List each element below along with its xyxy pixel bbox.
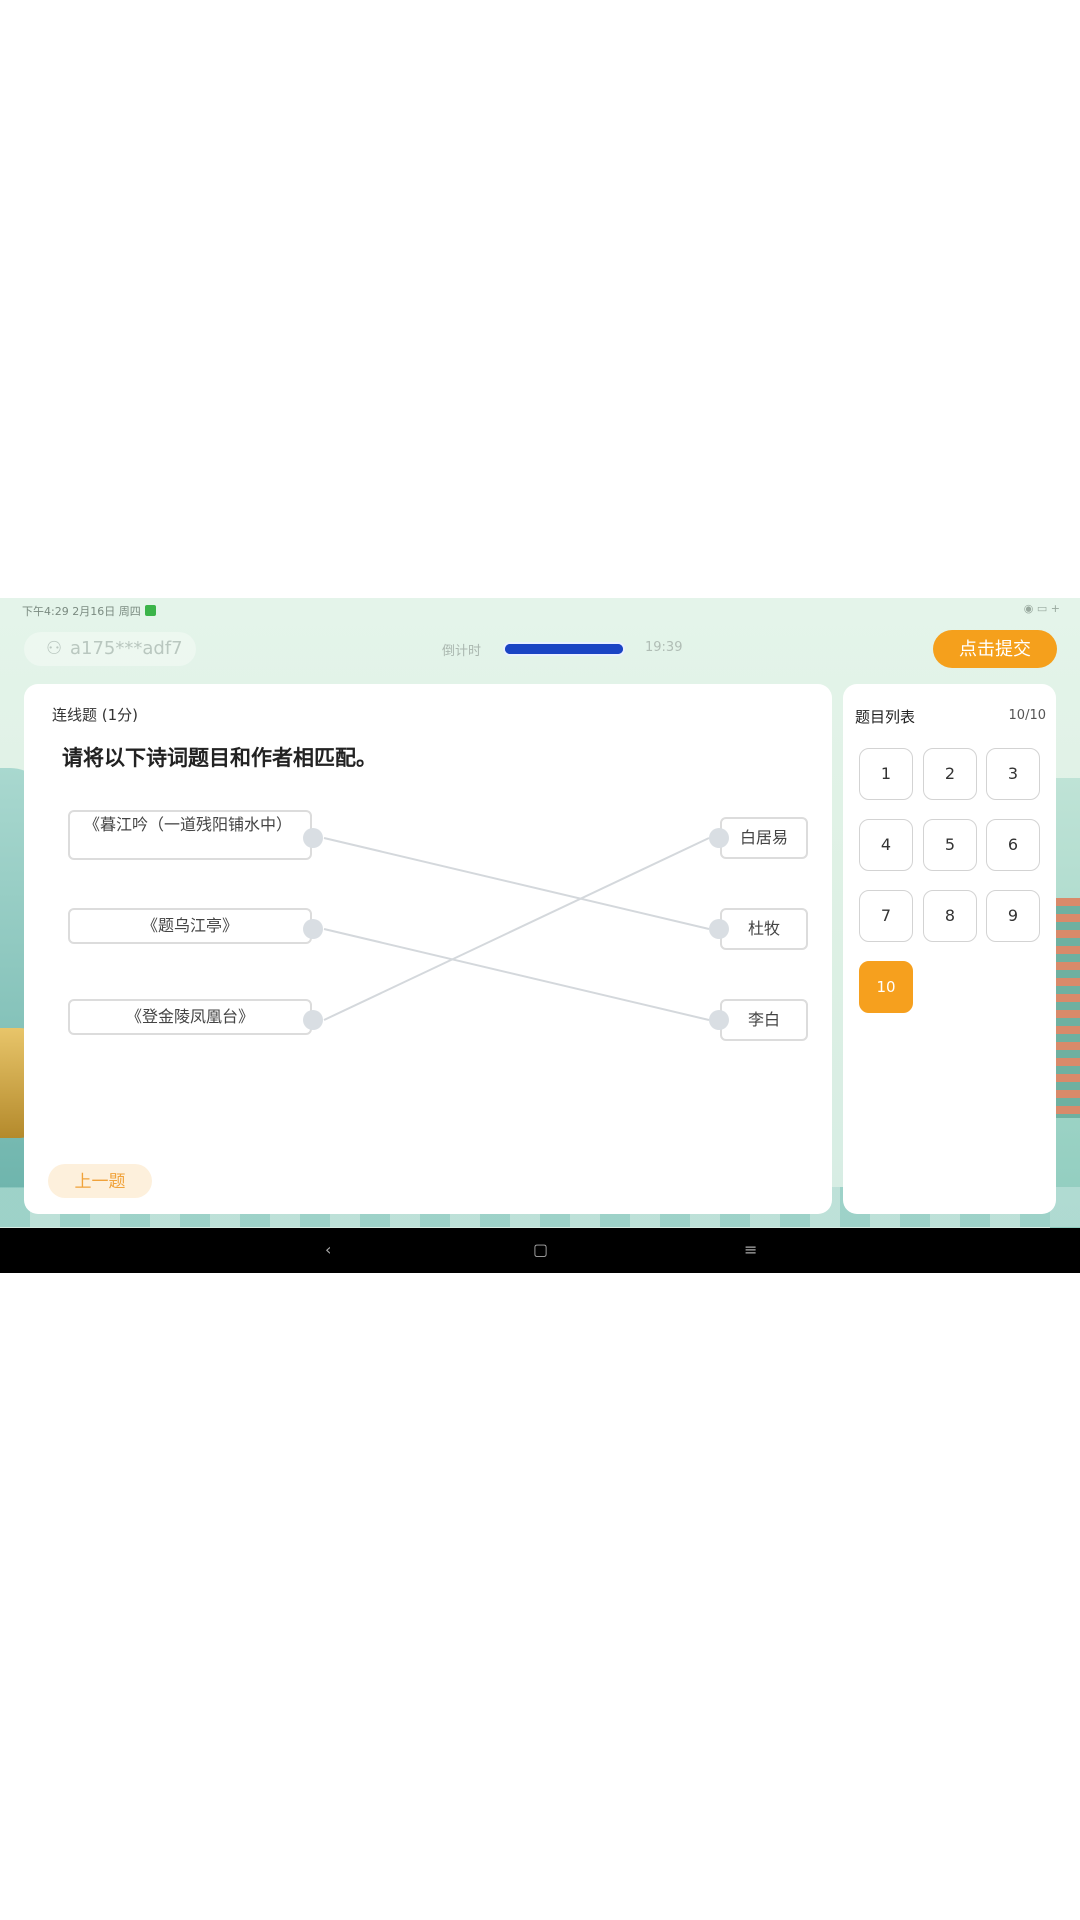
question-number-9[interactable]: 9	[986, 890, 1040, 942]
right-item-2[interactable]: 杜牧	[720, 908, 808, 950]
timer-progress-fill	[505, 644, 623, 654]
status-bar: 下午4:29 2月16日 周四 ◉ ▭ +	[0, 598, 1080, 622]
question-list-title: 题目列表	[855, 708, 916, 726]
left-item-2[interactable]: 《题乌江亭》	[68, 908, 312, 944]
user-icon: ⚇	[46, 638, 63, 659]
question-list-count: 10/10	[1008, 708, 1046, 723]
question-number-4[interactable]: 4	[859, 819, 913, 871]
question-number-6[interactable]: 6	[986, 819, 1040, 871]
question-number-1[interactable]: 1	[859, 748, 913, 800]
left-node-3[interactable]	[303, 1010, 323, 1030]
notification-icon	[144, 605, 156, 616]
question-card: 连线题 (1分) 请将以下诗词题目和作者相匹配。 《暮江吟（一道残阳铺水中） 《…	[24, 684, 832, 1214]
system-nav-bar: ‹ ▢ ≡	[0, 1228, 1080, 1273]
status-icons: ◉ ▭ +	[1023, 602, 1060, 615]
timer-label: 倒计时	[442, 644, 482, 659]
question-number-5[interactable]: 5	[923, 819, 977, 871]
question-prompt: 请将以下诗词题目和作者相匹配。	[62, 746, 377, 770]
left-node-2[interactable]	[303, 919, 323, 939]
timer-progress-bar	[503, 642, 625, 656]
timer-value: 19:39	[645, 640, 683, 655]
submit-button[interactable]: 点击提交	[933, 630, 1057, 668]
username: a175***adf7	[70, 638, 183, 659]
left-item-1[interactable]: 《暮江吟（一道残阳铺水中）	[68, 810, 312, 860]
right-item-1[interactable]: 白居易	[720, 817, 808, 859]
home-icon[interactable]: ▢	[533, 1240, 548, 1259]
menu-icon[interactable]: ≡	[744, 1240, 757, 1259]
right-item-3[interactable]: 李白	[720, 999, 808, 1041]
question-number-3[interactable]: 3	[986, 748, 1040, 800]
question-number-10[interactable]: 10	[859, 961, 913, 1013]
left-node-1[interactable]	[303, 828, 323, 848]
scenery-tower	[1054, 898, 1080, 1118]
right-node-3[interactable]	[709, 1010, 729, 1030]
question-list-panel: 题目列表 10/10 1 2 3 4 5 6 7 8 9 10	[843, 684, 1056, 1214]
user-badge[interactable]: ⚇ a175***adf7	[24, 632, 196, 666]
right-node-1[interactable]	[709, 828, 729, 848]
status-time: 下午4:29 2月16日 周四	[22, 603, 156, 619]
match-line-3	[323, 837, 710, 1021]
question-number-7[interactable]: 7	[859, 890, 913, 942]
right-node-2[interactable]	[709, 919, 729, 939]
app-screen: 下午4:29 2月16日 周四 ◉ ▭ + ⚇ a175***adf7 倒计时 …	[0, 598, 1080, 1273]
question-number-8[interactable]: 8	[923, 890, 977, 942]
left-item-3[interactable]: 《登金陵凤凰台》	[68, 999, 312, 1035]
match-line-2	[323, 928, 710, 1021]
back-icon[interactable]: ‹	[325, 1240, 331, 1259]
prev-question-button[interactable]: 上一题	[48, 1164, 152, 1198]
match-line-1	[323, 837, 710, 930]
question-type: 连线题 (1分)	[52, 706, 139, 724]
question-number-2[interactable]: 2	[923, 748, 977, 800]
status-time-text: 下午4:29 2月16日 周四	[22, 605, 141, 618]
